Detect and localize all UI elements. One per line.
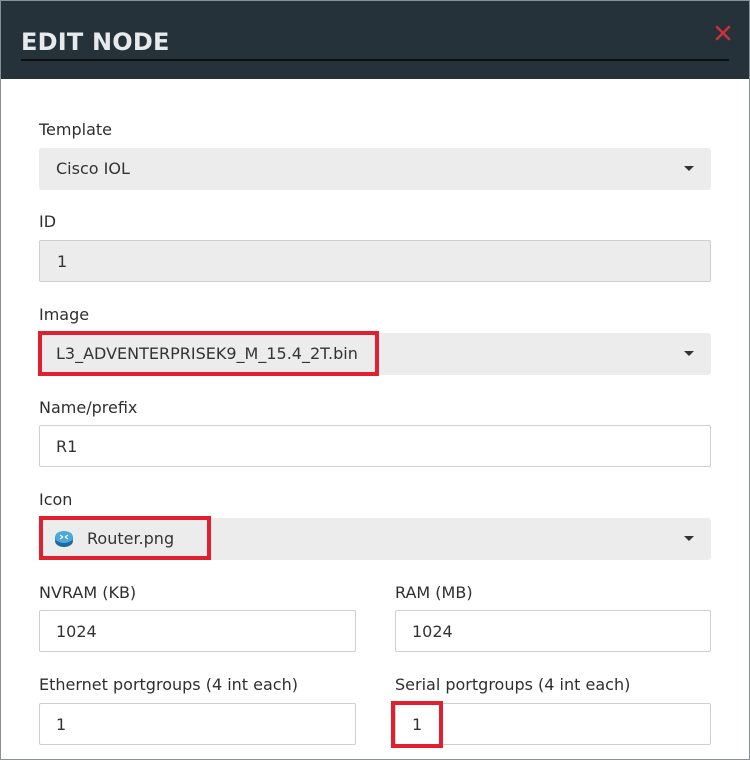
router-icon (54, 529, 74, 549)
edit-node-dialog: EDIT NODE Template Cisco IOL ID 1 Image … (0, 0, 750, 760)
nvram-input[interactable] (39, 610, 356, 652)
dialog-header: EDIT NODE (1, 1, 749, 79)
close-icon[interactable] (713, 23, 733, 43)
ram-input[interactable] (395, 610, 711, 652)
title-underline (21, 59, 729, 61)
id-field: 1 (39, 240, 711, 282)
image-value: L3_ADVENTERPRISEK9_M_15.4_2T.bin (56, 344, 358, 363)
template-select[interactable]: Cisco IOL (39, 148, 711, 190)
chevron-down-icon (684, 351, 694, 356)
serial-portgroups-input[interactable] (395, 703, 711, 745)
serial-portgroups-label: Serial portgroups (4 int each) (395, 675, 631, 694)
template-label: Template (39, 120, 113, 139)
image-select[interactable]: L3_ADVENTERPRISEK9_M_15.4_2T.bin (39, 333, 711, 375)
icon-select[interactable]: Router.png (39, 518, 711, 560)
icon-value: Router.png (87, 529, 175, 548)
chevron-down-icon (684, 166, 694, 171)
id-label: ID (39, 212, 57, 231)
ethernet-portgroups-input[interactable] (39, 703, 356, 745)
icon-label: Icon (39, 490, 73, 509)
image-label: Image (39, 305, 90, 324)
name-prefix-input[interactable] (39, 425, 711, 467)
nvram-label: NVRAM (KB) (39, 583, 137, 602)
id-value: 1 (57, 252, 68, 271)
ram-label: RAM (MB) (395, 583, 473, 602)
name-prefix-label: Name/prefix (39, 398, 138, 417)
ethernet-portgroups-label: Ethernet portgroups (4 int each) (39, 675, 298, 694)
dialog-title: EDIT NODE (21, 28, 170, 56)
chevron-down-icon (684, 536, 694, 541)
template-value: Cisco IOL (56, 159, 130, 178)
